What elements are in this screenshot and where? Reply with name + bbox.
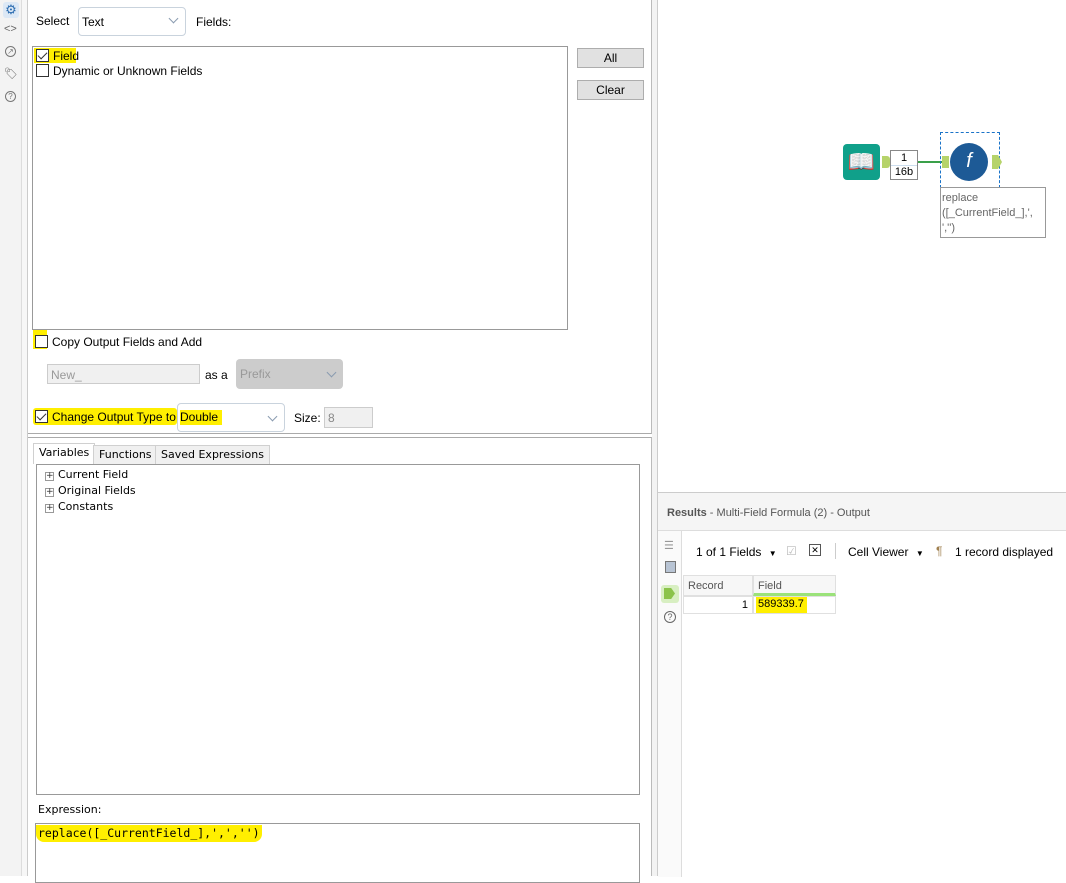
expression-label: Expression:	[38, 803, 102, 816]
size-label: Size:	[294, 411, 321, 425]
clear-selection-icon[interactable]: ✕	[809, 544, 821, 556]
prefix-value: Prefix	[240, 367, 271, 381]
gear-icon[interactable]: ⚙	[3, 2, 19, 18]
records-displayed: 1 record displayed	[955, 545, 1054, 559]
tree-item-constants[interactable]: + Constants	[45, 500, 113, 513]
column-header-field[interactable]: Field	[753, 575, 836, 596]
results-subtitle: - Multi-Field Formula (2) - Output	[706, 507, 870, 519]
output-type-dropdown[interactable]: Double	[177, 403, 285, 432]
results-toolbar: 1 of 1 Fields ▼ ☑ ✕ Cell Viewer ▼ ¶ 1 re…	[682, 541, 1066, 563]
pilcrow-icon: ¶	[936, 544, 943, 558]
fields-dropdown-label: 1 of 1 Fields	[696, 545, 762, 559]
clear-button[interactable]: Clear	[577, 80, 644, 100]
data-output-icon[interactable]	[661, 585, 679, 603]
chevron-down-icon	[267, 411, 278, 422]
select-label: Select	[36, 14, 70, 28]
fields-list[interactable]: Field Dynamic or Unknown Fields	[32, 46, 568, 330]
record-size: 16b	[894, 166, 914, 178]
help-icon[interactable]: ?	[664, 611, 676, 623]
metadata-icon[interactable]	[665, 561, 676, 573]
prefix-input[interactable]: New_	[47, 364, 200, 384]
select-type-dropdown[interactable]: Text	[78, 7, 186, 36]
cell-viewer-label: Cell Viewer	[848, 545, 909, 559]
tab-variables[interactable]: Variables	[33, 443, 96, 464]
field-cell[interactable]: 1589339.7	[753, 596, 836, 614]
workflow-canvas[interactable]: 📖 1 16b f replace ([_CurrentField_],', '…	[658, 0, 1066, 492]
multi-field-formula-icon[interactable]: f	[950, 143, 988, 181]
results-header: Results - Multi-Field Formula (2) - Outp…	[658, 493, 1066, 531]
tree-item-original-fields[interactable]: + Original Fields	[45, 484, 136, 497]
list-icon[interactable]: ☰	[664, 539, 674, 552]
input-tool-book-icon[interactable]: 📖	[843, 144, 880, 180]
caret-down-icon: ▼	[915, 549, 924, 558]
expand-icon[interactable]: +	[45, 472, 54, 481]
formula-tool-selection[interactable]: f	[940, 132, 1002, 188]
results-panel: Results - Multi-Field Formula (2) - Outp…	[658, 492, 1066, 877]
change-type-label: Change Output Type to	[52, 410, 176, 424]
select-type-value: Text	[82, 15, 105, 29]
expression-text: replace([_CurrentField_],',',''	[38, 826, 253, 840]
tab-functions[interactable]: Functions	[93, 445, 158, 464]
input-anchor	[942, 156, 949, 168]
copy-output-label: Copy Output Fields and Add	[52, 335, 203, 349]
dynamic-fields-label: Dynamic or Unknown Fields	[53, 64, 203, 78]
record-count: 1	[891, 152, 917, 166]
field-checkbox[interactable]	[36, 49, 49, 62]
tool-annotation: replace ([_CurrentField_],', ','')	[940, 187, 1046, 238]
column-header-record[interactable]: Record	[683, 575, 753, 596]
tab-saved-expressions[interactable]: Saved Expressions	[155, 445, 270, 464]
change-type-checkbox[interactable]	[35, 410, 48, 423]
fields-dropdown[interactable]: 1 of 1 Fields ▼	[696, 545, 777, 559]
tree-label: Current Field	[58, 468, 129, 481]
cell-viewer-dropdown[interactable]: Cell Viewer ▼	[848, 545, 924, 559]
tree-item-current-field[interactable]: + Current Field	[45, 468, 128, 481]
tree-label: Original Fields	[58, 484, 136, 497]
copy-output-checkbox[interactable]	[35, 335, 48, 348]
chevron-down-icon	[168, 13, 179, 24]
tag-icon[interactable]: 🏷	[4, 67, 18, 80]
help-icon[interactable]: ?	[5, 91, 16, 102]
field-label: Field	[53, 49, 80, 63]
results-side-toolbar: ☰ ?	[658, 531, 682, 877]
expression-close: )	[252, 826, 260, 840]
variables-tree[interactable]: + Current Field + Original Fields + Constan…	[36, 464, 640, 795]
all-button[interactable]: All	[577, 48, 644, 68]
expand-icon[interactable]: +	[45, 488, 54, 497]
as-a-label: as a	[205, 368, 228, 382]
expand-icon[interactable]: +	[45, 504, 54, 513]
code-icon[interactable]: <>	[4, 23, 17, 35]
caret-down-icon: ▼	[768, 549, 777, 558]
link-icon[interactable]: ↗	[5, 46, 16, 57]
fields-label: Fields:	[196, 15, 232, 29]
expression-editor[interactable]: replace([_CurrentField_],',','')	[35, 823, 640, 883]
prefix-select[interactable]: Prefix	[236, 359, 343, 389]
output-type-value: Double	[180, 410, 222, 425]
tree-label: Constants	[58, 500, 114, 513]
icon-sidebar: ⚙ <> ↗ 🏷 ?	[0, 0, 22, 876]
connection-badge: 1 16b	[890, 150, 918, 180]
chevron-down-icon	[326, 367, 337, 378]
dynamic-fields-checkbox[interactable]	[36, 64, 49, 77]
output-anchor[interactable]	[992, 155, 1002, 169]
size-input[interactable]: 8	[324, 407, 373, 428]
output-anchor[interactable]	[882, 156, 890, 168]
record-cell: 1	[683, 596, 753, 614]
results-title: Results	[667, 507, 707, 519]
table-row[interactable]: 1 1589339.7	[683, 596, 836, 614]
check-all-icon[interactable]: ☑	[786, 544, 797, 558]
divider	[835, 543, 836, 559]
field-value: 589339.7	[756, 597, 807, 613]
